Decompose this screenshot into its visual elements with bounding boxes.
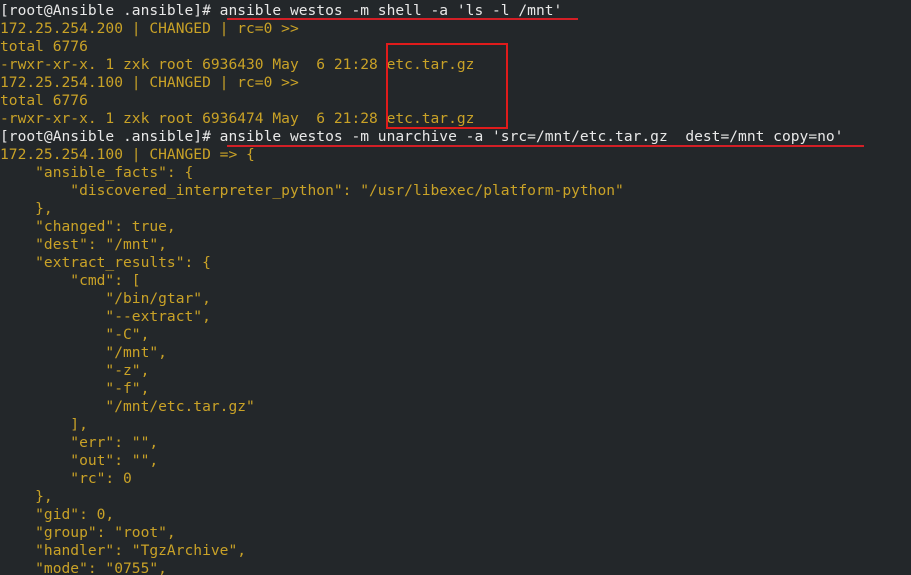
terminal-prompt-line: [root@Ansible .ansible]# ansible westos … bbox=[0, 128, 844, 145]
terminal-output-line: "handler": "TgzArchive", bbox=[0, 542, 247, 559]
terminal-output-line: 172.25.254.200 | CHANGED | rc=0 >> bbox=[0, 20, 299, 37]
terminal-output-line: "--extract", bbox=[0, 308, 211, 325]
terminal-output-line: 172.25.254.100 | CHANGED => { bbox=[0, 146, 255, 163]
terminal-output-line: -rwxr-xr-x. 1 zxk root 6936474 May 6 21:… bbox=[0, 110, 475, 127]
terminal-output-line: "out": "", bbox=[0, 452, 159, 469]
terminal-output-line: -rwxr-xr-x. 1 zxk root 6936430 May 6 21:… bbox=[0, 56, 475, 73]
terminal-output-line: "ansible_facts": { bbox=[0, 164, 194, 181]
terminal-output-line: total 6776 bbox=[0, 38, 88, 55]
terminal-output-line: "discovered_interpreter_python": "/usr/l… bbox=[0, 182, 624, 199]
terminal-output-line: ], bbox=[0, 416, 88, 433]
terminal-output-line: "gid": 0, bbox=[0, 506, 115, 523]
terminal-output-line: "rc": 0 bbox=[0, 470, 132, 487]
terminal-output-line: "/mnt", bbox=[0, 344, 167, 361]
terminal-screen: [root@Ansible .ansible]# ansible westos … bbox=[0, 2, 911, 575]
terminal-output-line: "mode": "0755", bbox=[0, 560, 167, 575]
terminal-output-line: "changed": true, bbox=[0, 218, 176, 235]
terminal-output-line: }, bbox=[0, 488, 53, 505]
terminal-output-line: "/mnt/etc.tar.gz" bbox=[0, 398, 255, 415]
terminal-output-line: total 6776 bbox=[0, 92, 88, 109]
terminal-output-line: "group": "root", bbox=[0, 524, 176, 541]
terminal-output-line: "extract_results": { bbox=[0, 254, 211, 271]
terminal-output-line: "-C", bbox=[0, 326, 150, 343]
terminal-output-line: "err": "", bbox=[0, 434, 159, 451]
terminal-output-line: "/bin/gtar", bbox=[0, 290, 211, 307]
terminal-output-line: 172.25.254.100 | CHANGED | rc=0 >> bbox=[0, 74, 299, 91]
terminal-window[interactable]: [root@Ansible .ansible]# ansible westos … bbox=[0, 0, 911, 575]
terminal-output-line: "cmd": [ bbox=[0, 272, 141, 289]
terminal-output-line: "-f", bbox=[0, 380, 150, 397]
terminal-output-line: "-z", bbox=[0, 362, 150, 379]
terminal-prompt-line: [root@Ansible .ansible]# ansible westos … bbox=[0, 2, 563, 19]
terminal-output-line: }, bbox=[0, 200, 53, 217]
terminal-output-line: "dest": "/mnt", bbox=[0, 236, 167, 253]
